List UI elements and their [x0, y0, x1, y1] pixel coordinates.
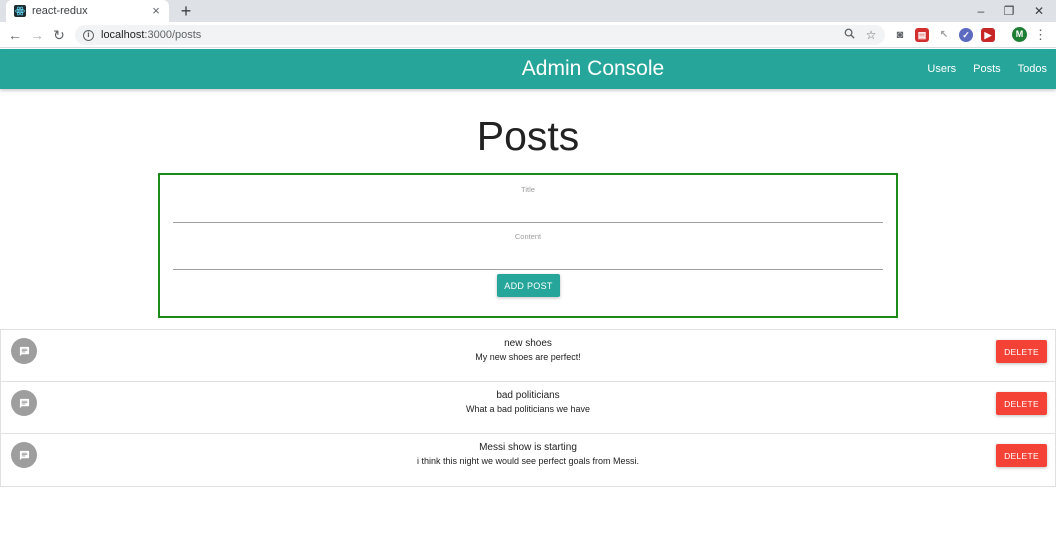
title-label: Title: [521, 185, 535, 194]
delete-button[interactable]: DELETE: [996, 444, 1047, 467]
menu-icon[interactable]: ⋮: [1034, 27, 1047, 43]
content-label: Content: [514, 232, 542, 241]
content-input[interactable]: [173, 248, 883, 270]
page-title: Posts: [476, 113, 580, 159]
posts-list: new shoes My new shoes are perfect! DELE…: [0, 329, 1056, 487]
browser-tab[interactable]: react-redux ×: [6, 0, 169, 22]
profile-avatar[interactable]: M: [1012, 27, 1027, 42]
post-content: My new shoes are perfect!: [475, 352, 581, 362]
window-close-icon[interactable]: ✕: [1024, 0, 1054, 22]
add-post-button[interactable]: ADD POST: [497, 274, 560, 297]
bookmark-star-icon[interactable]: ☆: [863, 27, 879, 43]
nav-links: Users Posts Todos: [927, 49, 1047, 89]
info-icon[interactable]: i: [83, 29, 94, 41]
browser-toolbar: ← → ↻ i localhost:3000/posts ☆ ◙ ▤ ↖ ✓ ▶…: [0, 22, 1056, 48]
back-arrow-icon[interactable]: ←: [6, 26, 24, 44]
list-item: bad politicians What a bad politicians w…: [1, 382, 1055, 434]
restore-icon[interactable]: ❐: [994, 0, 1024, 22]
camera-icon[interactable]: ◙: [893, 28, 907, 42]
list-item: Messi show is starting i think this nigh…: [1, 434, 1055, 486]
tab-close-icon[interactable]: ×: [149, 4, 163, 18]
pdf-extension-icon[interactable]: ▤: [915, 28, 929, 42]
add-post-form: Title Content ADD POST: [158, 173, 898, 318]
record-extension-icon[interactable]: ▶: [981, 28, 995, 42]
cursor-extension-icon[interactable]: ↖: [937, 28, 951, 42]
title-input[interactable]: [173, 201, 883, 223]
address-bar[interactable]: i localhost:3000/posts ☆: [75, 25, 885, 45]
new-tab-button[interactable]: +: [176, 1, 196, 21]
post-title: new shoes: [504, 338, 552, 349]
post-title: Messi show is starting: [479, 442, 577, 453]
react-favicon-icon: [14, 5, 26, 17]
tab-title: react-redux: [32, 5, 88, 17]
url-host: localhost: [101, 29, 145, 41]
url-path: :3000/posts: [144, 29, 202, 41]
app-navbar: Admin Console Users Posts Todos: [0, 49, 1056, 89]
brand-title[interactable]: Admin Console: [0, 49, 1056, 89]
list-item: new shoes My new shoes are perfect! DELE…: [1, 330, 1055, 382]
nav-link-todos[interactable]: Todos: [1018, 63, 1047, 75]
zoom-icon[interactable]: [841, 27, 857, 43]
delete-button[interactable]: DELETE: [996, 340, 1047, 363]
post-content: i think this night we would see perfect …: [416, 456, 640, 466]
post-content: What a bad politicians we have: [465, 404, 591, 414]
post-title: bad politicians: [496, 390, 560, 401]
nav-link-users[interactable]: Users: [927, 63, 956, 75]
check-extension-icon[interactable]: ✓: [959, 28, 973, 42]
browser-tabstrip: react-redux × + – ❐ ✕: [0, 0, 1056, 22]
reload-icon[interactable]: ↻: [50, 26, 68, 44]
delete-button[interactable]: DELETE: [996, 392, 1047, 415]
nav-link-posts[interactable]: Posts: [973, 63, 1001, 75]
forward-arrow-icon[interactable]: →: [28, 26, 46, 44]
minimize-icon[interactable]: –: [966, 0, 996, 22]
